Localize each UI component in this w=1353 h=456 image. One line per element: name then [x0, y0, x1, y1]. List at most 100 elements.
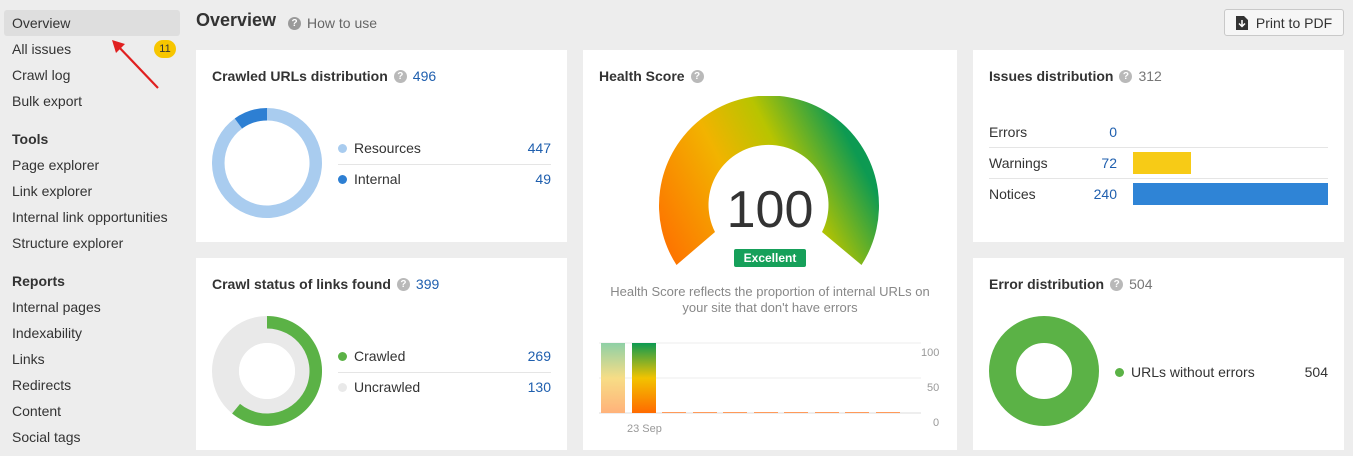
sidebar-item-page-explorer[interactable]: Page explorer [4, 152, 180, 178]
legend-dot-icon [338, 174, 347, 184]
help-icon: ? [288, 16, 301, 30]
health-score-title: Health Score ? [599, 68, 704, 84]
legend-dot-icon [1115, 367, 1124, 377]
sidebar-item-label: Internal pages [12, 299, 101, 315]
legend-value-resources[interactable]: 447 [528, 140, 551, 156]
page-title: Overview [196, 10, 277, 30]
error-distribution-card: Error distribution ? 504 URLs without er… [973, 258, 1344, 450]
sidebar: Overview All issues 11 Crawl log Bulk ex… [0, 0, 186, 456]
divider [989, 147, 1328, 148]
legend-label: Resources [354, 140, 421, 156]
health-score-description: Health Score reflects the proportion of … [610, 284, 930, 315]
sidebar-item-label: Content [12, 403, 62, 419]
error-distribution-title: Error distribution ? 504 [989, 276, 1152, 292]
errors-total: 504 [1129, 276, 1153, 292]
sidebar-item-internal-pages[interactable]: Internal pages [4, 294, 180, 320]
health-score-badge: Excellent [734, 249, 806, 267]
sidebar-item-label: Crawl log [12, 67, 71, 83]
issue-value-warnings[interactable]: 72 [1087, 155, 1117, 171]
legend-value-urls-without-errors: 504 [1304, 364, 1328, 380]
sidebar-item-overview[interactable]: Overview [4, 10, 180, 36]
reports-heading: Reports [12, 273, 65, 289]
download-file-icon [1235, 15, 1248, 30]
card-title-text: Crawl status of links found [212, 276, 391, 292]
legend-label: Uncrawled [354, 379, 421, 395]
sidebar-item-label: Page explorer [12, 157, 100, 173]
crawled-urls-title: Crawled URLs distribution ? 496 [212, 68, 436, 84]
card-title-text: Crawled URLs distribution [212, 68, 388, 84]
sidebar-item-redirects[interactable]: Redirects [4, 372, 180, 398]
crawl-status-title: Crawl status of links found ? 399 [212, 276, 439, 292]
legend-value-internal[interactable]: 49 [535, 171, 551, 187]
card-title-text: Health Score [599, 68, 685, 84]
sidebar-item-internal-link-opportunities[interactable]: Internal link opportunities [4, 204, 180, 230]
help-icon[interactable]: ? [1110, 277, 1124, 291]
how-to-use-link[interactable]: ? How to use [288, 15, 377, 31]
sidebar-item-label: Links [12, 351, 45, 367]
issue-label-warnings: Warnings [989, 155, 1048, 171]
legend-value-crawled[interactable]: 269 [528, 348, 551, 364]
sidebar-item-label: Redirects [12, 377, 72, 393]
legend-item-resources[interactable]: Resources [338, 140, 421, 156]
crawled-urls-card: Crawled URLs distribution ? 496 Resource… [196, 50, 567, 242]
health-score-card: Health Score ? 100 Excellent Health Scor… [583, 50, 957, 450]
issue-value-errors[interactable]: 0 [1087, 124, 1117, 140]
issues-total: 312 [1138, 68, 1162, 84]
sidebar-item-social-tags[interactable]: Social tags [4, 424, 180, 450]
health-score-value: 100 [726, 181, 814, 239]
help-icon[interactable]: ? [393, 69, 407, 83]
issues-distribution-title: Issues distribution ? 312 [989, 68, 1162, 84]
sidebar-item-label: Structure explorer [12, 235, 124, 251]
print-to-pdf-button[interactable]: Print to PDF [1224, 9, 1344, 36]
help-icon[interactable]: ? [1119, 69, 1133, 83]
sidebar-item-link-explorer[interactable]: Link explorer [4, 178, 180, 204]
legend-label: Internal [354, 171, 401, 187]
sidebar-item-label: Bulk export [12, 93, 83, 109]
warnings-bar[interactable] [1133, 152, 1191, 174]
legend-dot-icon [338, 143, 347, 153]
legend-item-internal[interactable]: Internal [338, 171, 401, 187]
notices-bar[interactable] [1133, 183, 1328, 205]
crawled-urls-donut [212, 108, 322, 218]
date-label: 23 Sep [627, 423, 662, 435]
crawl-status-card: Crawl status of links found ? 399 Crawle… [196, 258, 567, 450]
donut-segment-urls-without-errors[interactable] [989, 316, 1099, 426]
card-title-text: Issues distribution [989, 68, 1114, 84]
health-history-chart [599, 342, 921, 414]
crawl-status-total[interactable]: 399 [416, 276, 439, 292]
legend-item-uncrawled[interactable]: Uncrawled [338, 379, 420, 395]
sidebar-item-structure-explorer[interactable]: Structure explorer [4, 230, 180, 256]
annotation-arrow-icon [112, 40, 159, 89]
help-icon[interactable]: ? [396, 277, 410, 291]
divider [989, 178, 1328, 179]
history-bar-current[interactable] [632, 343, 656, 413]
crawled-urls-total[interactable]: 496 [413, 68, 436, 84]
sidebar-item-indexability[interactable]: Indexability [4, 320, 180, 346]
sidebar-item-label: Overview [12, 15, 71, 31]
legend-label: Crawled [354, 348, 406, 364]
legend-dot-icon [338, 382, 347, 392]
legend-item-urls-without-errors[interactable]: URLs without errors [1115, 364, 1255, 380]
legend-item-crawled[interactable]: Crawled [338, 348, 405, 364]
history-bar[interactable] [601, 343, 625, 413]
legend-dot-icon [338, 351, 347, 361]
divider [338, 372, 551, 373]
axis-label: 50 [927, 382, 940, 394]
sidebar-item-content[interactable]: Content [4, 398, 180, 424]
sidebar-item-label: Internal link opportunities [12, 209, 168, 225]
divider [338, 164, 551, 165]
how-to-use-label: How to use [307, 15, 378, 31]
issue-label-notices: Notices [989, 186, 1036, 202]
print-to-pdf-label: Print to PDF [1255, 14, 1333, 31]
tools-heading: Tools [12, 131, 49, 147]
legend-value-uncrawled[interactable]: 130 [528, 379, 551, 395]
issue-value-notices[interactable]: 240 [1087, 186, 1117, 202]
issues-distribution-card: Issues distribution ? 312 Errors 0 Warni… [973, 50, 1344, 242]
sidebar-item-label: Indexability [12, 325, 83, 341]
sidebar-item-label: Link explorer [12, 183, 93, 199]
sidebar-item-label: Social tags [12, 429, 81, 445]
card-title-text: Error distribution [989, 276, 1105, 292]
legend-label: URLs without errors [1131, 364, 1255, 380]
help-icon[interactable]: ? [690, 69, 704, 83]
sidebar-item-links[interactable]: Links [4, 346, 180, 372]
